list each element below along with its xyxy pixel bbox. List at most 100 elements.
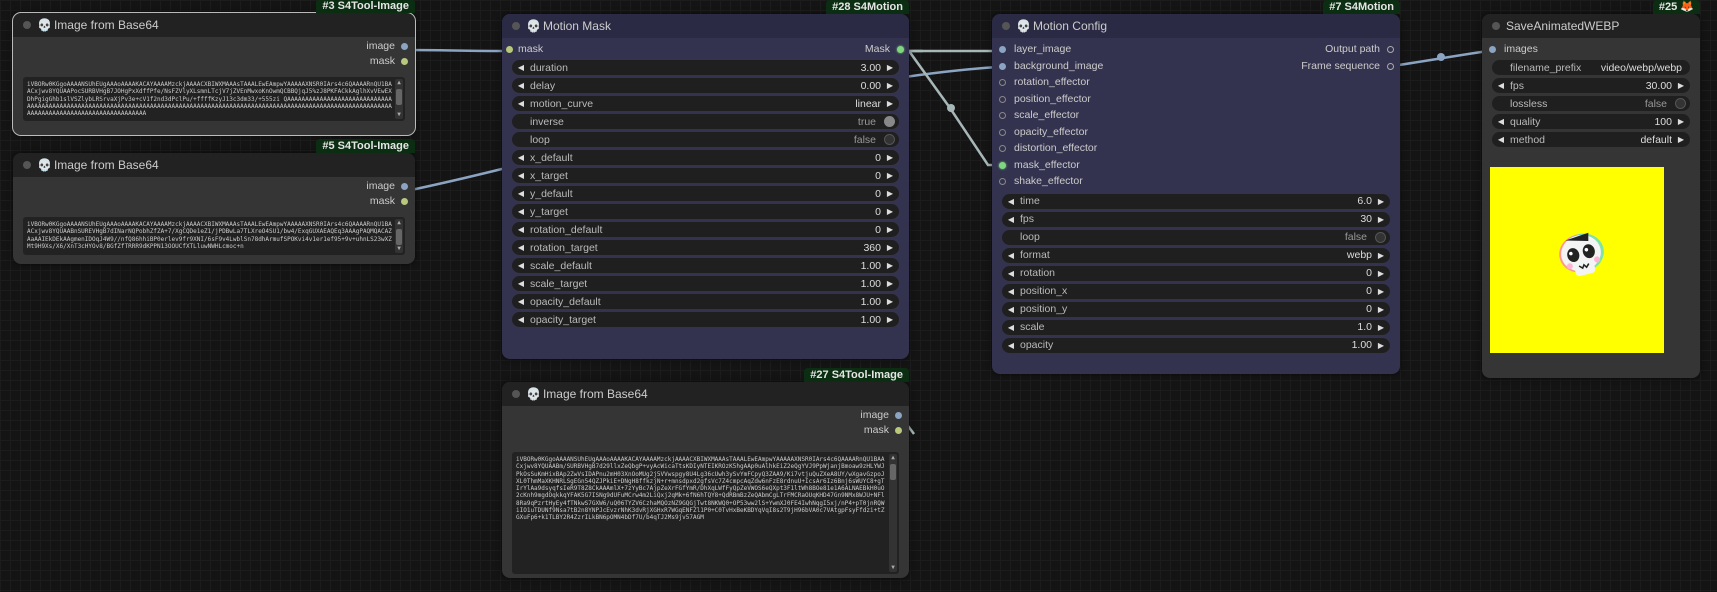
decrement-arrow-icon[interactable]: ◀ — [516, 171, 526, 180]
base64-textarea[interactable]: iVBORw0KGgoAAAANSUhEUgAAAoAAAAKACAYAAAAM… — [23, 217, 405, 255]
input-slot-shake-effector[interactable]: shake_effector — [992, 174, 1400, 191]
widget-format[interactable]: ◀ format webp ▶ — [1002, 247, 1390, 263]
collapse-dot[interactable] — [1002, 22, 1010, 30]
output-slot-mask[interactable]: mask — [13, 54, 415, 69]
slot-row-mask[interactable]: mask Mask — [502, 42, 909, 57]
widget-rotation-default[interactable]: ◀ rotation_default 0 ▶ — [512, 222, 899, 237]
increment-arrow-icon[interactable]: ▶ — [885, 81, 895, 90]
increment-arrow-icon[interactable]: ▶ — [885, 297, 895, 306]
decrement-arrow-icon[interactable]: ◀ — [1006, 215, 1016, 224]
decrement-arrow-icon[interactable]: ◀ — [516, 81, 526, 90]
widget-time[interactable]: ◀ time 6.0 ▶ — [1002, 193, 1390, 209]
increment-arrow-icon[interactable]: ▶ — [1376, 251, 1386, 260]
slot-dot[interactable] — [401, 198, 408, 205]
widget-filename-prefix[interactable]: filename_prefix video/webp/webp — [1492, 60, 1690, 75]
node-header[interactable]: 💀 Motion Mask — [502, 14, 909, 38]
input-slot-dot[interactable] — [506, 46, 513, 53]
increment-arrow-icon[interactable]: ▶ — [1676, 81, 1686, 90]
widget-scale-default[interactable]: ◀ scale_default 1.00 ▶ — [512, 258, 899, 273]
increment-arrow-icon[interactable]: ▶ — [885, 315, 895, 324]
decrement-arrow-icon[interactable]: ◀ — [516, 153, 526, 162]
widget-opacity-default[interactable]: ◀ opacity_default 1.00 ▶ — [512, 294, 899, 309]
output-slot-image[interactable]: image — [13, 179, 415, 194]
input-slot-rotation-effector[interactable]: rotation_effector — [992, 75, 1400, 92]
input-slot-distortion-effector[interactable]: distortion_effector — [992, 141, 1400, 158]
decrement-arrow-icon[interactable]: ◀ — [1496, 117, 1506, 126]
decrement-arrow-icon[interactable]: ◀ — [1006, 341, 1016, 350]
node-header[interactable]: 💀 Image from Base64 — [13, 153, 415, 177]
increment-arrow-icon[interactable]: ▶ — [1376, 305, 1386, 314]
widget-opacity[interactable]: ◀ opacity 1.00 ▶ — [1002, 337, 1390, 353]
increment-arrow-icon[interactable]: ▶ — [1676, 117, 1686, 126]
decrement-arrow-icon[interactable]: ◀ — [1006, 251, 1016, 260]
collapse-dot[interactable] — [512, 390, 520, 398]
increment-arrow-icon[interactable]: ▶ — [885, 261, 895, 270]
node-header[interactable]: 💀 Motion Config — [992, 14, 1400, 38]
decrement-arrow-icon[interactable]: ◀ — [516, 207, 526, 216]
toggle-knob[interactable] — [1375, 231, 1386, 243]
scrollbar[interactable]: ▲ ▼ — [395, 79, 403, 119]
increment-arrow-icon[interactable]: ▶ — [885, 171, 895, 180]
decrement-arrow-icon[interactable]: ◀ — [516, 243, 526, 252]
slot-dot[interactable] — [401, 43, 408, 50]
decrement-arrow-icon[interactable]: ◀ — [1006, 287, 1016, 296]
output-slot-dot[interactable] — [1387, 46, 1394, 53]
increment-arrow-icon[interactable]: ▶ — [1376, 215, 1386, 224]
input-slot-mask-effector[interactable]: mask_effector — [992, 158, 1400, 175]
slot-dot[interactable] — [999, 178, 1006, 185]
widget-y-default[interactable]: ◀ y_default 0 ▶ — [512, 186, 899, 201]
widget-quality[interactable]: ◀ quality 100 ▶ — [1492, 114, 1690, 129]
decrement-arrow-icon[interactable]: ◀ — [516, 189, 526, 198]
slot-dot[interactable] — [999, 128, 1006, 136]
slot-dot[interactable] — [999, 161, 1006, 169]
increment-arrow-icon[interactable]: ▶ — [885, 189, 895, 198]
widget-position-y[interactable]: ◀ position_y 0 ▶ — [1002, 301, 1390, 317]
node-motion-mask[interactable]: #28 S4Motion 💀 Motion Mask mask Mask ◀ du… — [502, 0, 909, 359]
widget-rotation-target[interactable]: ◀ rotation_target 360 ▶ — [512, 240, 899, 255]
input-slot-opacity-effector[interactable]: opacity_effector — [992, 125, 1400, 142]
slot-dot[interactable] — [895, 412, 902, 419]
output-slot-mask[interactable]: mask — [13, 194, 415, 209]
input-slot-background-image[interactable]: background_image Frame sequence — [992, 59, 1400, 76]
decrement-arrow-icon[interactable]: ◀ — [1006, 197, 1016, 206]
increment-arrow-icon[interactable]: ▶ — [1376, 197, 1386, 206]
increment-arrow-icon[interactable]: ▶ — [1376, 269, 1386, 278]
output-slot-image[interactable]: image — [502, 408, 909, 423]
increment-arrow-icon[interactable]: ▶ — [885, 207, 895, 216]
widget-motion-curve[interactable]: ◀ motion_curve linear ▶ — [512, 96, 899, 111]
slot-dot[interactable] — [401, 58, 408, 65]
base64-textarea[interactable]: iVBORw0KGgoAAAANSUhEUgAAAoAAAAKACAYAAAAM… — [512, 452, 899, 574]
widget-position-x[interactable]: ◀ position_x 0 ▶ — [1002, 283, 1390, 299]
toggle-knob[interactable] — [884, 116, 895, 127]
input-slot-images[interactable]: images — [1482, 42, 1700, 57]
increment-arrow-icon[interactable]: ▶ — [885, 153, 895, 162]
toggle-knob[interactable] — [1675, 98, 1686, 109]
decrement-arrow-icon[interactable]: ◀ — [1496, 135, 1506, 144]
decrement-arrow-icon[interactable]: ◀ — [1006, 269, 1016, 278]
increment-arrow-icon[interactable]: ▶ — [1376, 341, 1386, 350]
widget-lossless[interactable]: lossless false — [1492, 96, 1690, 111]
increment-arrow-icon[interactable]: ▶ — [1376, 287, 1386, 296]
input-slot-layer-image[interactable]: layer_image Output path — [992, 42, 1400, 59]
widget-y-target[interactable]: ◀ y_target 0 ▶ — [512, 204, 899, 219]
increment-arrow-icon[interactable]: ▶ — [885, 225, 895, 234]
decrement-arrow-icon[interactable]: ◀ — [516, 63, 526, 72]
increment-arrow-icon[interactable]: ▶ — [1376, 323, 1386, 332]
decrement-arrow-icon[interactable]: ◀ — [1496, 81, 1506, 90]
output-slot-dot[interactable] — [897, 46, 904, 53]
widget-loop[interactable]: loop false — [512, 132, 899, 147]
increment-arrow-icon[interactable]: ▶ — [885, 279, 895, 288]
slot-dot[interactable] — [895, 427, 902, 434]
output-slot-mask[interactable]: mask — [502, 423, 909, 438]
increment-arrow-icon[interactable]: ▶ — [885, 243, 895, 252]
slot-dot[interactable] — [999, 95, 1006, 103]
widget-duration[interactable]: ◀ duration 3.00 ▶ — [512, 60, 899, 75]
slot-dot[interactable] — [1489, 46, 1496, 53]
collapse-dot[interactable] — [23, 161, 31, 169]
node-motion-config[interactable]: #7 S4Motion 💀 Motion Config layer_image O… — [992, 0, 1400, 374]
decrement-arrow-icon[interactable]: ◀ — [516, 261, 526, 270]
output-slot-dot[interactable] — [1387, 62, 1394, 70]
widget-loop[interactable]: loop false — [1002, 229, 1390, 245]
slot-dot[interactable] — [401, 183, 408, 190]
increment-arrow-icon[interactable]: ▶ — [885, 63, 895, 72]
